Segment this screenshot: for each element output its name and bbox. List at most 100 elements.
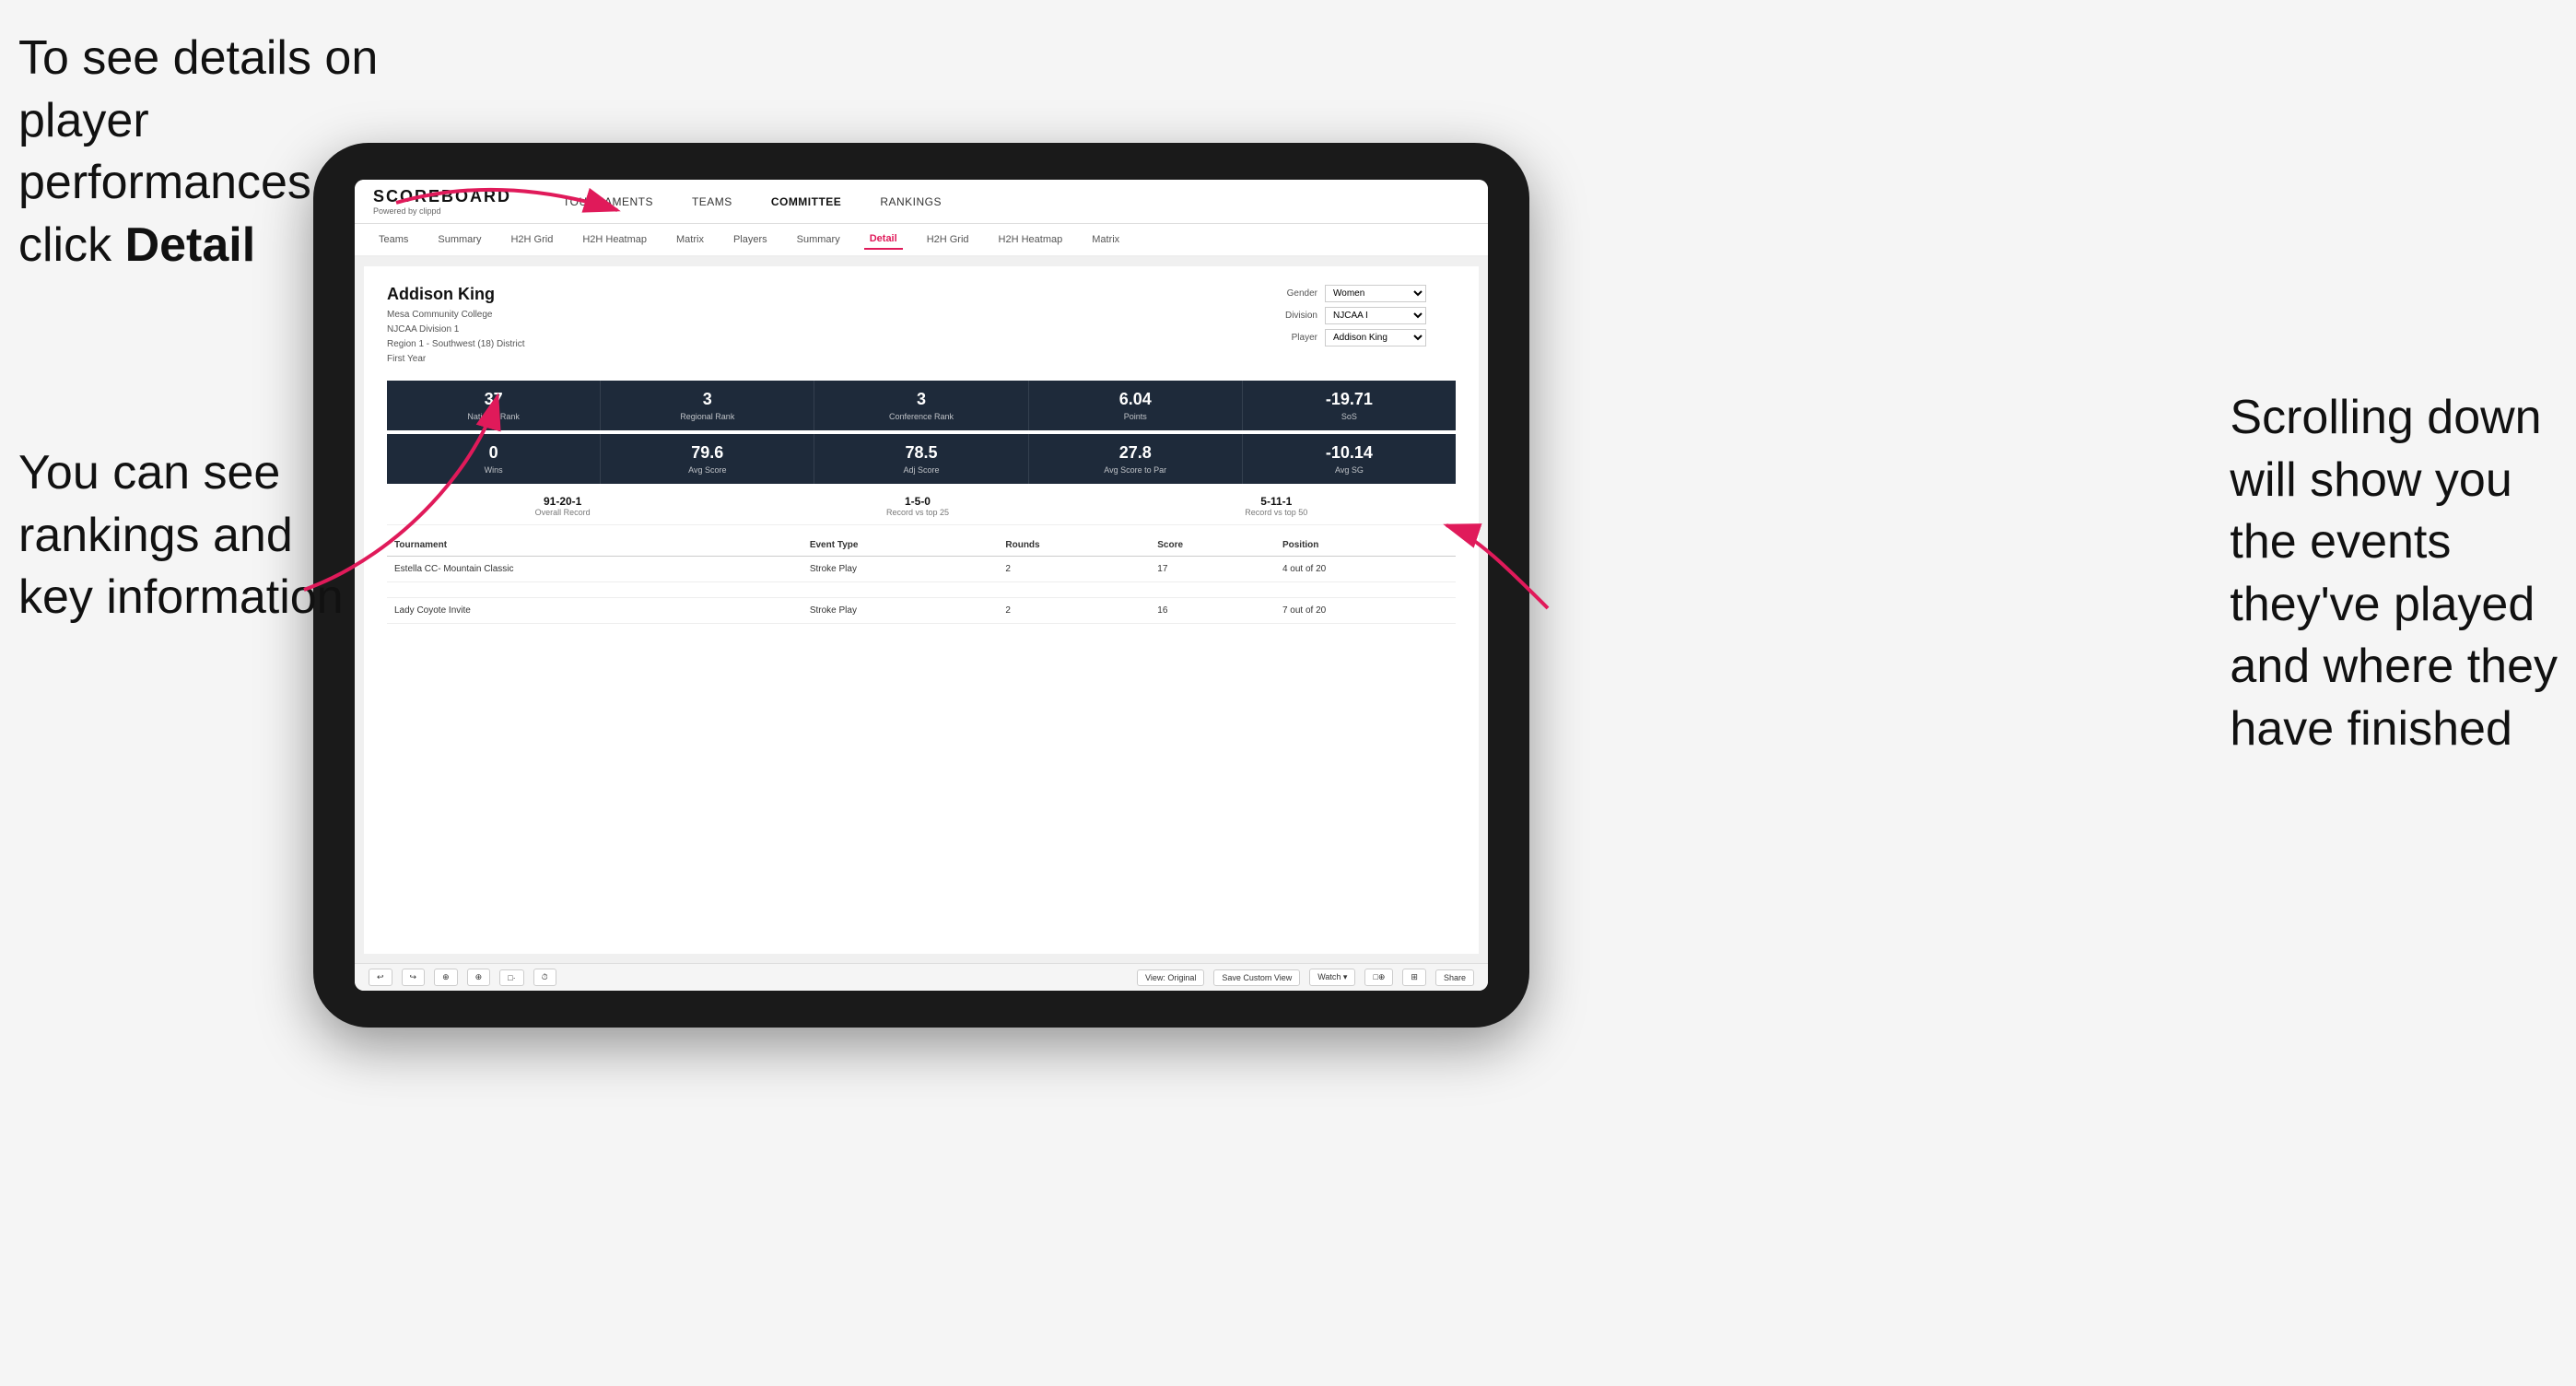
event-type-3: Stroke Play [802,598,999,624]
rounds-empty [998,582,1150,598]
stat-conference-rank: 3 Conference Rank [814,381,1028,430]
avg-sg-value: -10.14 [1250,443,1448,463]
nav-rankings[interactable]: RANKINGS [874,192,947,212]
toolbar-share[interactable]: Share [1435,969,1474,986]
col-score: Score [1150,534,1275,557]
record-top50: 5-11-1 Record vs top 50 [1245,495,1307,517]
toolbar-redo[interactable]: ↪ [402,969,426,986]
record-top25: 1-5-0 Record vs top 25 [886,495,949,517]
gender-select[interactable]: Women [1325,285,1426,302]
toolbar-undo[interactable]: ↩ [369,969,392,986]
event-type-1: Stroke Play [802,557,999,582]
record-top50-label: Record vs top 50 [1245,508,1307,517]
sos-value: -19.71 [1250,390,1448,409]
division-filter-row: Division NJCAA I [1271,307,1456,324]
toolbar-watch[interactable]: Watch ▾ [1309,969,1355,986]
sub-nav-matrix[interactable]: Matrix [671,230,709,249]
points-value: 6.04 [1036,390,1235,409]
stat-regional-rank: 3 Regional Rank [601,381,814,430]
rounds-3: 2 [998,598,1150,624]
stats-row-2: 0 Wins 79.6 Avg Score 78.5 Adj Score 27.… [387,434,1456,484]
adj-score-label: Adj Score [822,465,1020,475]
toolbar-present[interactable]: □⊕ [1364,969,1393,986]
nav-committee[interactable]: COMMITTEE [766,192,848,212]
toolbar-view-original[interactable]: View: Original [1137,969,1204,986]
sub-nav-detail[interactable]: Detail [864,229,903,250]
annotation-right: Scrolling downwill show youthe eventsthe… [2230,387,2558,761]
regional-rank-label: Regional Rank [608,412,806,421]
sub-nav-h2h-grid2[interactable]: H2H Grid [921,230,975,249]
records-row: 91-20-1 Overall Record 1-5-0 Record vs t… [387,487,1456,525]
sub-nav: Teams Summary H2H Grid H2H Heatmap Matri… [355,224,1488,257]
tablet-screen: SCOREBOARD Powered by clippd TOURNAMENTS… [355,180,1488,991]
annotation-bl-text: You can seerankings andkey information [18,446,344,624]
toolbar-clock[interactable]: ⏱ [533,969,556,986]
col-event-type: Event Type [802,534,999,557]
table-row[interactable] [387,582,1456,598]
table-row[interactable]: Estella CC- Mountain Classic Stroke Play… [387,557,1456,582]
annotation-top-left: To see details on player performances cl… [18,28,405,276]
bottom-toolbar: ↩ ↪ ⊕ ⊕ □· ⏱ View: Original Save Custom … [355,963,1488,991]
toolbar-add2[interactable]: ⊕ [467,969,491,986]
position-3: 7 out of 20 [1275,598,1456,624]
player-name: Addison King [387,285,525,304]
col-position: Position [1275,534,1456,557]
player-school: Mesa Community College [387,308,525,323]
position-empty [1275,582,1456,598]
score-1: 17 [1150,557,1275,582]
sub-nav-h2h-heatmap[interactable]: H2H Heatmap [577,230,652,249]
stat-adj-score: 78.5 Adj Score [814,434,1028,484]
rounds-1: 2 [998,557,1150,582]
stat-sos: -19.71 SoS [1243,381,1456,430]
regional-rank-value: 3 [608,390,806,409]
position-1: 4 out of 20 [1275,557,1456,582]
stats-row-1: 37 National Rank 3 Regional Rank 3 Confe… [387,381,1456,430]
record-top25-label: Record vs top 25 [886,508,949,517]
record-overall-label: Overall Record [535,508,591,517]
gender-filter-row: Gender Women [1271,285,1456,302]
toolbar-grid[interactable]: ⊞ [1402,969,1426,986]
content-inner: Addison King Mesa Community College NJCA… [364,266,1479,954]
toolbar-add[interactable]: ⊕ [434,969,458,986]
player-division: NJCAA Division 1 [387,323,525,337]
sos-label: SoS [1250,412,1448,421]
division-label: Division [1271,311,1317,321]
avg-score-label: Avg Score [608,465,806,475]
avg-score-value: 79.6 [608,443,806,463]
nav-teams[interactable]: TEAMS [686,192,738,212]
sub-nav-h2h-heatmap2[interactable]: H2H Heatmap [993,230,1069,249]
annotation-right-text: Scrolling downwill show youthe eventsthe… [2230,391,2558,756]
player-select[interactable]: Addison King [1325,329,1426,346]
sub-nav-h2h-grid[interactable]: H2H Grid [505,230,558,249]
conference-rank-value: 3 [822,390,1020,409]
gender-label: Gender [1271,288,1317,299]
points-label: Points [1036,412,1235,421]
toolbar-save-custom[interactable]: Save Custom View [1213,969,1300,986]
tablet-frame: SCOREBOARD Powered by clippd TOURNAMENTS… [313,143,1529,1028]
player-filter-row: Player Addison King [1271,329,1456,346]
sub-nav-matrix2[interactable]: Matrix [1086,230,1125,249]
player-header: Addison King Mesa Community College NJCA… [387,285,1456,367]
toolbar-layout[interactable]: □· [499,969,523,986]
table-row[interactable]: Lady Coyote Invite Stroke Play 2 16 7 ou… [387,598,1456,624]
stat-avg-score: 79.6 Avg Score [601,434,814,484]
adj-score-value: 78.5 [822,443,1020,463]
national-rank-label: National Rank [394,412,592,421]
stat-wins: 0 Wins [387,434,601,484]
col-rounds: Rounds [998,534,1150,557]
tournament-name-2 [387,582,802,598]
sub-nav-summary2[interactable]: Summary [791,230,846,249]
record-top25-value: 1-5-0 [886,495,949,508]
tournament-name-3: Lady Coyote Invite [387,598,802,624]
sub-nav-players[interactable]: Players [728,230,773,249]
top-nav: SCOREBOARD Powered by clippd TOURNAMENTS… [355,180,1488,224]
nav-tournaments[interactable]: TOURNAMENTS [557,192,659,212]
avg-sg-label: Avg SG [1250,465,1448,475]
annotation-bold-detail: Detail [125,218,256,272]
sub-nav-summary[interactable]: Summary [432,230,486,249]
player-info: Addison King Mesa Community College NJCA… [387,285,525,367]
division-select[interactable]: NJCAA I [1325,307,1426,324]
player-year: First Year [387,352,525,367]
record-top50-value: 5-11-1 [1245,495,1307,508]
events-table: Tournament Event Type Rounds Score Posit… [387,534,1456,624]
